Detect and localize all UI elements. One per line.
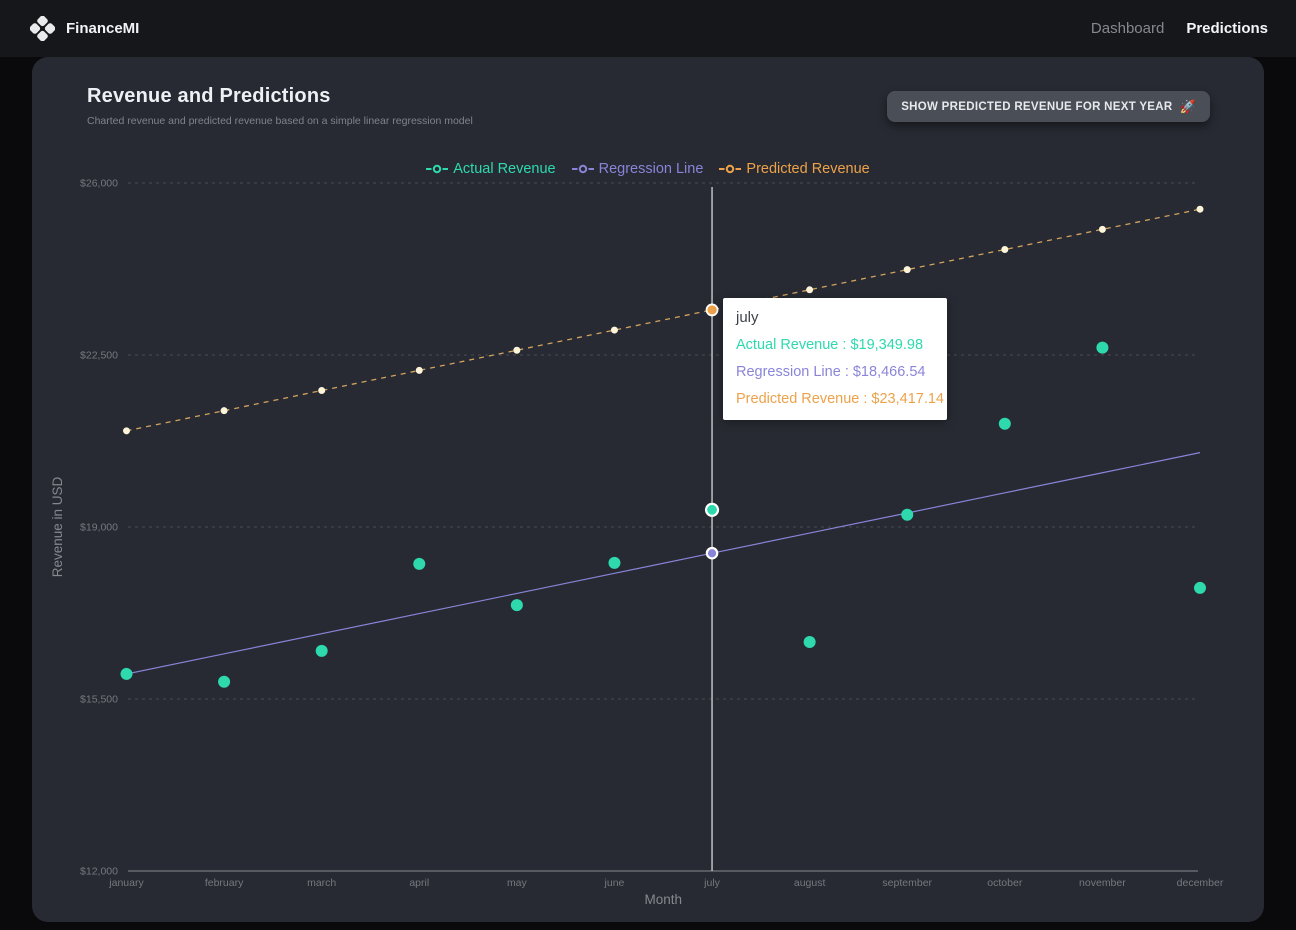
regression-line[interactable] bbox=[126, 452, 1201, 675]
brand-logo-icon bbox=[30, 16, 55, 41]
chart-svg[interactable]: $26,000 $22,500 $19,000 $15,500 $12,000janua… bbox=[32, 57, 1264, 922]
x-tick-label: august bbox=[794, 877, 826, 889]
regression-dot-active[interactable] bbox=[705, 546, 719, 560]
predicted-dot[interactable] bbox=[220, 407, 228, 415]
predicted-dot[interactable] bbox=[903, 266, 911, 274]
nav-link-predictions[interactable]: Predictions bbox=[1186, 20, 1268, 37]
tooltip-row: Regression Line : $18,466.54 bbox=[736, 364, 926, 380]
actual-dot[interactable] bbox=[803, 635, 816, 648]
actual-dot[interactable] bbox=[901, 508, 914, 521]
actual-dot[interactable] bbox=[413, 557, 426, 570]
predicted-dot[interactable] bbox=[1196, 205, 1204, 213]
tooltip-title: july bbox=[736, 309, 759, 326]
y-axis-title: Revenue in USD bbox=[50, 476, 65, 577]
predicted-dot-active[interactable] bbox=[705, 303, 719, 317]
actual-dot[interactable] bbox=[510, 599, 523, 612]
chart-tooltip: july Actual Revenue : $19,349.98 Regressi… bbox=[723, 298, 947, 420]
tooltip-rows: Actual Revenue : $19,349.98 Regression Li… bbox=[736, 337, 944, 407]
x-tick-label: may bbox=[507, 877, 528, 889]
actual-dot[interactable] bbox=[608, 556, 621, 569]
predicted-dot[interactable] bbox=[1001, 245, 1009, 253]
x-tick-label: january bbox=[108, 877, 144, 889]
nav-links: Dashboard Predictions bbox=[1091, 20, 1268, 37]
x-tick-label: march bbox=[307, 877, 336, 889]
tooltip-row: Actual Revenue : $19,349.98 bbox=[736, 337, 924, 353]
y-tick-label: $12,000 bbox=[80, 866, 118, 878]
predicted-dot[interactable] bbox=[318, 387, 326, 395]
x-tick-label: june bbox=[604, 877, 625, 889]
x-tick-label: september bbox=[882, 877, 932, 889]
y-tick-label: $19,000 bbox=[80, 522, 118, 534]
predicted-line[interactable] bbox=[126, 208, 1201, 432]
predicted-dot[interactable] bbox=[123, 427, 130, 435]
actual-dot[interactable] bbox=[218, 675, 231, 688]
x-tick-label: december bbox=[1177, 877, 1224, 889]
predicted-dot[interactable] bbox=[415, 366, 423, 374]
actual-dot-active[interactable] bbox=[704, 502, 720, 517]
tooltip-row: Predicted Revenue : $23,417.14 bbox=[736, 391, 944, 407]
x-tick-label: november bbox=[1079, 877, 1126, 889]
predicted-dot[interactable] bbox=[513, 346, 521, 354]
predicted-dot[interactable] bbox=[610, 326, 618, 334]
y-tick-label: $22,500 bbox=[80, 350, 118, 362]
x-tick-label: february bbox=[205, 877, 244, 889]
nav-link-dashboard[interactable]: Dashboard bbox=[1091, 20, 1164, 37]
predicted-dot[interactable] bbox=[1098, 225, 1106, 233]
predicted-dot[interactable] bbox=[806, 286, 814, 294]
brand[interactable]: FinanceMI bbox=[30, 16, 139, 41]
y-tick-label: $15,500 bbox=[80, 694, 118, 706]
y-tick-label: $26,000 bbox=[80, 178, 118, 190]
actual-dot[interactable] bbox=[1194, 581, 1206, 594]
actual-dot[interactable] bbox=[120, 667, 133, 680]
x-tick-label: april bbox=[409, 877, 429, 889]
brand-name: FinanceMI bbox=[66, 20, 140, 37]
x-tick-label: october bbox=[987, 877, 1023, 889]
actual-dot[interactable] bbox=[1096, 341, 1109, 354]
actual-dot[interactable] bbox=[315, 644, 328, 657]
top-nav: FinanceMI Dashboard Predictions bbox=[0, 0, 1296, 57]
x-axis-title: Month bbox=[644, 892, 682, 907]
actual-dot[interactable] bbox=[998, 417, 1011, 430]
x-tick-label: july bbox=[703, 877, 721, 889]
predictions-card: Revenue and Predictions Charted revenue … bbox=[32, 57, 1264, 922]
